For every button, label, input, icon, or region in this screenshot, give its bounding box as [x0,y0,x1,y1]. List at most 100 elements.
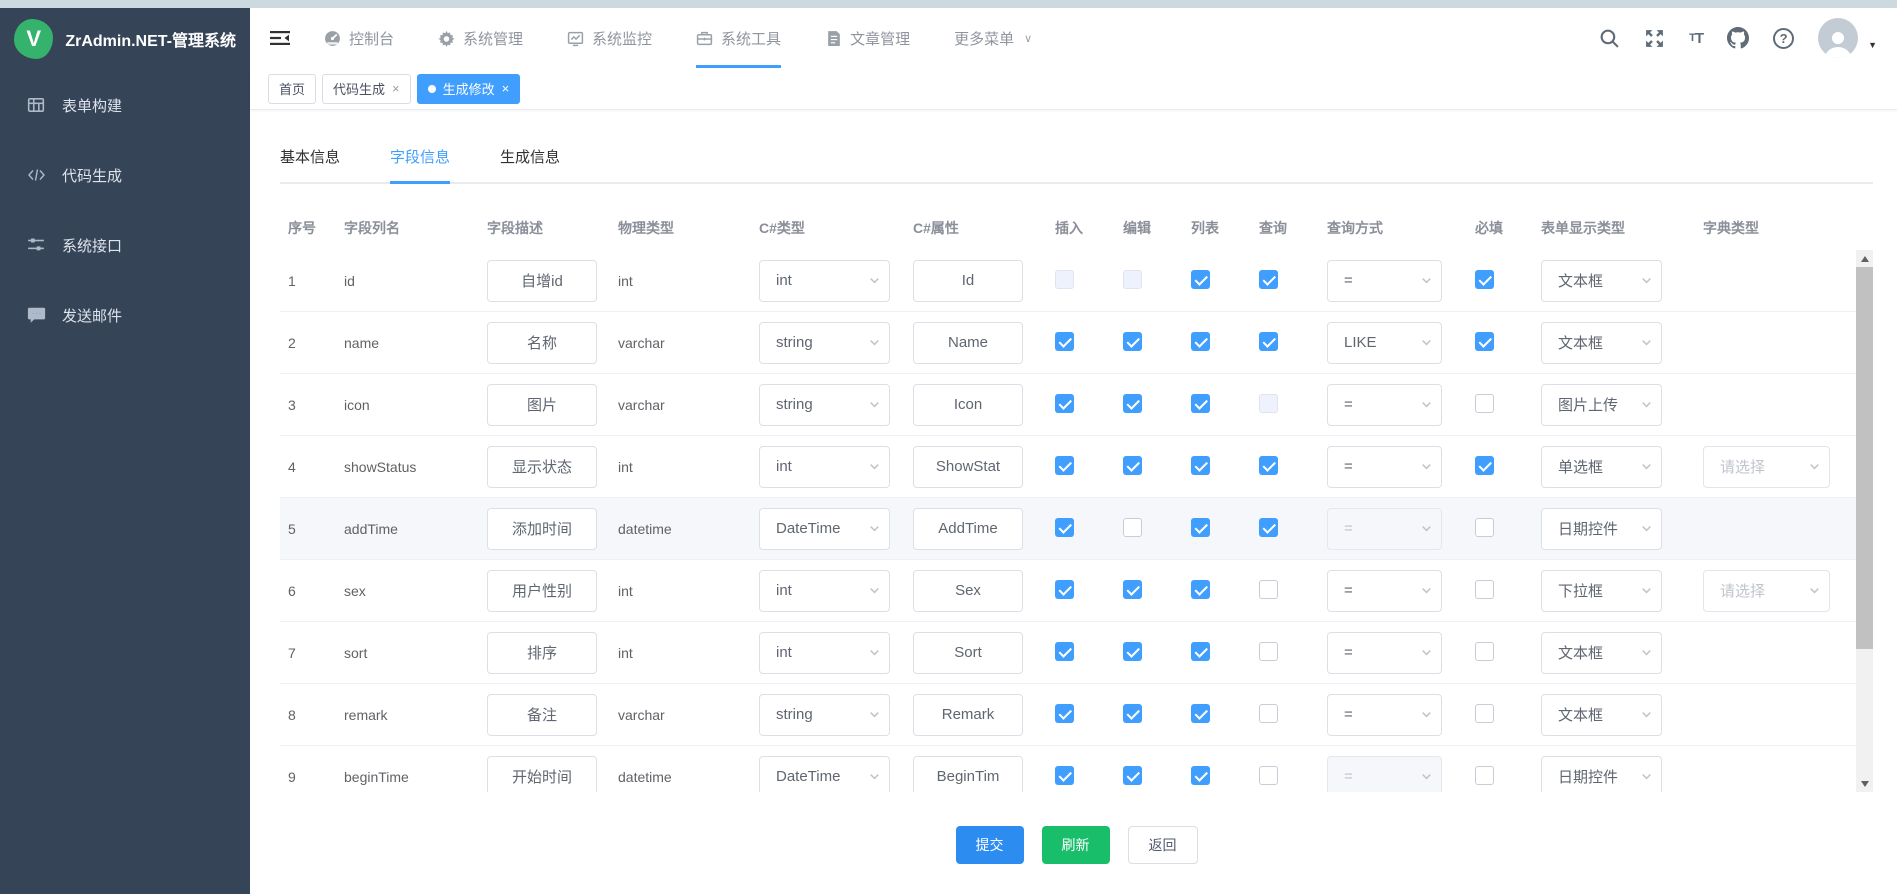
insert-checkbox[interactable] [1055,456,1074,475]
description-input[interactable]: 用户性别 [487,570,597,612]
display-type-select[interactable]: 文本框 [1541,322,1662,364]
insert-checkbox[interactable] [1055,270,1074,289]
edit-checkbox[interactable] [1123,518,1142,537]
csharp-type-select[interactable]: DateTime [759,756,890,793]
close-icon[interactable]: × [502,81,510,96]
query-type-select[interactable]: = [1327,694,1442,736]
description-input[interactable]: 显示状态 [487,446,597,488]
edit-checkbox[interactable] [1123,270,1142,289]
display-type-select[interactable]: 图片上传 [1541,384,1662,426]
query-type-select[interactable]: LIKE [1327,322,1442,364]
close-icon[interactable]: × [392,81,400,96]
sidebar-item[interactable]: 发送邮件 [0,280,250,350]
edit-checkbox[interactable] [1123,766,1142,785]
query-type-select[interactable]: = [1327,508,1442,550]
edit-checkbox[interactable] [1123,394,1142,413]
csharp-type-select[interactable]: string [759,694,890,736]
required-checkbox[interactable] [1475,456,1494,475]
scroll-down-arrow[interactable] [1856,775,1873,792]
description-input[interactable]: 开始时间 [487,756,597,793]
topnav-item[interactable]: 系统监控 [567,8,652,68]
csharp-property-input[interactable]: Name [913,322,1023,364]
csharp-type-select[interactable]: int [759,446,890,488]
scrollbar-thumb[interactable] [1856,267,1873,649]
edit-checkbox[interactable] [1123,580,1142,599]
edit-checkbox[interactable] [1123,456,1142,475]
required-checkbox[interactable] [1475,766,1494,785]
fullscreen-icon[interactable] [1644,28,1665,49]
list-checkbox[interactable] [1191,642,1210,661]
display-type-select[interactable]: 日期控件 [1541,508,1662,550]
csharp-property-input[interactable]: Icon [913,384,1023,426]
display-type-select[interactable]: 下拉框 [1541,570,1662,612]
csharp-type-select[interactable]: string [759,384,890,426]
display-type-select[interactable]: 文本框 [1541,260,1662,302]
csharp-type-select[interactable]: string [759,322,890,364]
list-checkbox[interactable] [1191,456,1210,475]
topnav-item[interactable]: 控制台 [324,8,394,68]
content-tab[interactable]: 字段信息 [390,146,450,182]
font-size-icon[interactable]: TT [1689,30,1703,47]
content-tab[interactable]: 生成信息 [500,146,560,182]
search-icon[interactable] [1599,28,1620,49]
back-button[interactable]: 返回 [1128,826,1198,864]
csharp-type-select[interactable]: int [759,632,890,674]
topnav-item[interactable]: 系统工具 [696,8,781,68]
list-checkbox[interactable] [1191,766,1210,785]
app-logo[interactable]: V ZrAdmin.NET-管理系统 [0,8,250,70]
list-checkbox[interactable] [1191,270,1210,289]
csharp-property-input[interactable]: Id [913,260,1023,302]
help-icon[interactable]: ? [1773,28,1794,49]
csharp-property-input[interactable]: ShowStat [913,446,1023,488]
sidebar-item[interactable]: 代码生成 [0,140,250,210]
description-input[interactable]: 名称 [487,322,597,364]
list-checkbox[interactable] [1191,704,1210,723]
query-checkbox[interactable] [1259,766,1278,785]
github-icon[interactable] [1727,27,1749,49]
topnav-item[interactable]: 系统管理 [438,8,523,68]
required-checkbox[interactable] [1475,518,1494,537]
tag-item[interactable]: 首页 [268,74,316,104]
csharp-property-input[interactable]: Sort [913,632,1023,674]
csharp-property-input[interactable]: Remark [913,694,1023,736]
list-checkbox[interactable] [1191,394,1210,413]
description-input[interactable]: 图片 [487,384,597,426]
query-checkbox[interactable] [1259,394,1278,413]
required-checkbox[interactable] [1475,704,1494,723]
insert-checkbox[interactable] [1055,580,1074,599]
submit-button[interactable]: 提交 [956,826,1024,864]
required-checkbox[interactable] [1475,270,1494,289]
csharp-property-input[interactable]: BeginTim [913,756,1023,793]
query-type-select[interactable]: = [1327,384,1442,426]
query-checkbox[interactable] [1259,332,1278,351]
description-input[interactable]: 排序 [487,632,597,674]
dict-type-select[interactable]: 请选择 [1703,570,1830,612]
csharp-type-select[interactable]: int [759,260,890,302]
avatar-caret-icon[interactable]: ▼ [1868,40,1877,50]
dict-type-select[interactable]: 请选择 [1703,446,1830,488]
query-checkbox[interactable] [1259,704,1278,723]
content-tab[interactable]: 基本信息 [280,146,340,182]
query-type-select[interactable]: = [1327,570,1442,612]
edit-checkbox[interactable] [1123,642,1142,661]
required-checkbox[interactable] [1475,394,1494,413]
csharp-property-input[interactable]: AddTime [913,508,1023,550]
tag-item[interactable]: 生成修改 × [417,74,521,104]
refresh-button[interactable]: 刷新 [1042,826,1110,864]
vertical-scrollbar[interactable] [1856,250,1873,792]
insert-checkbox[interactable] [1055,704,1074,723]
query-checkbox[interactable] [1259,642,1278,661]
sidebar-item[interactable]: 系统接口 [0,210,250,280]
edit-checkbox[interactable] [1123,332,1142,351]
display-type-select[interactable]: 日期控件 [1541,756,1662,793]
insert-checkbox[interactable] [1055,394,1074,413]
tag-item[interactable]: 代码生成 × [322,74,411,104]
avatar[interactable] [1818,18,1858,58]
csharp-type-select[interactable]: int [759,570,890,612]
csharp-property-input[interactable]: Sex [913,570,1023,612]
required-checkbox[interactable] [1475,580,1494,599]
edit-checkbox[interactable] [1123,704,1142,723]
sidebar-item[interactable]: 表单构建 [0,70,250,140]
display-type-select[interactable]: 文本框 [1541,694,1662,736]
insert-checkbox[interactable] [1055,642,1074,661]
